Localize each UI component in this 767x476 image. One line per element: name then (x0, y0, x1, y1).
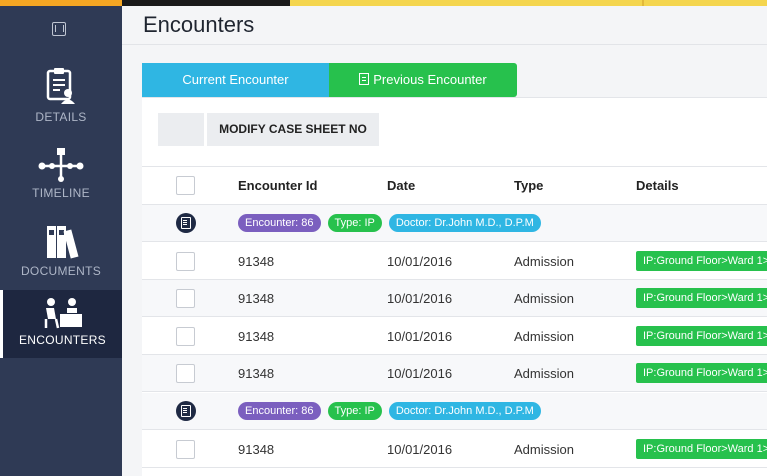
encounter-id-cell: 91348 (238, 328, 275, 344)
menu-toggle-icon[interactable] (52, 22, 66, 36)
sidebar-item-label: DETAILS (35, 110, 87, 124)
row-checkbox[interactable] (176, 363, 195, 383)
sidebar-item-encounters[interactable]: ENCOUNTERS (0, 290, 122, 358)
doctor-badge: Doctor: Dr.John M.D., D.P.M (388, 402, 541, 420)
top-accent-dark-segment (122, 0, 290, 6)
sidebar: DETAILS TIMELINE DOCUMENTS ENCOUNTERS (0, 0, 122, 476)
binders-icon (47, 226, 79, 259)
type-cell: Admission (514, 290, 574, 306)
type-cell: Admission (514, 328, 574, 344)
location-tag: IP:Ground Floor>Ward 1> (636, 363, 767, 383)
sidebar-item-timeline[interactable]: TIMELINE (0, 148, 122, 210)
column-header-details: Details (636, 178, 679, 193)
sidebar-item-documents[interactable]: DOCUMENTS (0, 224, 122, 286)
consultation-icon (44, 298, 82, 329)
type-badge: Type: IP (327, 402, 382, 420)
sidebar-item-label: TIMELINE (32, 186, 90, 200)
modify-case-sheet-button[interactable]: MODIFY CASE SHEET NO (207, 113, 379, 146)
sidebar-item-details[interactable]: DETAILS (0, 66, 122, 134)
document-icon (359, 73, 370, 85)
sidebar-item-label: ENCOUNTERS (18, 333, 106, 347)
top-accent-bar (122, 0, 767, 6)
column-header-date: Date (387, 178, 416, 193)
date-cell: 10/01/2016 (387, 290, 453, 306)
encounter-group-row[interactable]: Encounter: 86 Type: IP Doctor: Dr.John M… (142, 205, 767, 242)
sidebar-item-label: DOCUMENTS (20, 264, 102, 278)
table-row[interactable]: 91348 10/01/2016 Admission IP:Ground Flo… (142, 318, 767, 355)
page-title: Encounters (143, 12, 255, 37)
encounter-group-row[interactable]: Encounter: 86 Type: IP Doctor: Dr.John M… (142, 393, 767, 430)
type-cell: Admission (514, 365, 574, 381)
date-cell: 10/01/2016 (387, 441, 453, 457)
tab-label: Current Encounter (182, 72, 289, 87)
clipboard-user-icon (46, 68, 75, 104)
toolbar-blank-button[interactable] (158, 113, 204, 146)
encounter-record-icon[interactable] (176, 401, 196, 421)
location-tag: IP:Ground Floor>Ward 1> (636, 288, 767, 308)
encounter-id-cell: 91348 (238, 441, 275, 457)
row-checkbox[interactable] (176, 439, 195, 459)
tab-label: Previous Encounter (373, 72, 487, 87)
row-checkbox[interactable] (176, 288, 195, 308)
tab-current-encounter[interactable]: Current Encounter (142, 63, 329, 97)
encounter-id-cell: 91348 (238, 365, 275, 381)
sidebar-accent-strip (0, 0, 122, 6)
encounters-panel: MODIFY CASE SHEET NO Encounter Id Date T… (142, 97, 767, 476)
table-row[interactable]: 91348 10/01/2016 Admission IP:Ground Flo… (142, 280, 767, 317)
location-tag: IP:Ground Floor>Ward 1> (636, 326, 767, 346)
location-tag: IP:Ground Floor>Ward 1> (636, 251, 767, 271)
encounter-id-cell: 91348 (238, 253, 275, 269)
tab-previous-encounter[interactable]: Previous Encounter (329, 63, 517, 97)
row-checkbox[interactable] (176, 326, 195, 346)
table-row[interactable]: 91348 10/01/2016 Admission IP:Ground Flo… (142, 355, 767, 392)
table-row[interactable]: 91348 10/01/2016 Admission IP:Ground Flo… (142, 431, 767, 468)
select-all-checkbox[interactable] (176, 176, 195, 195)
date-cell: 10/01/2016 (387, 328, 453, 344)
date-cell: 10/01/2016 (387, 253, 453, 269)
top-accent-divider (642, 0, 644, 6)
column-header-type: Type (514, 178, 544, 193)
table-row[interactable]: 91348 10/01/2016 Admission IP:Ground Flo… (142, 243, 767, 280)
column-header-encounter-id: Encounter Id (238, 178, 318, 193)
row-checkbox[interactable] (176, 251, 195, 271)
encounter-record-icon[interactable] (176, 213, 196, 233)
divider (122, 44, 767, 45)
encounter-badge: Encounter: 86 (238, 214, 321, 232)
timeline-icon (38, 148, 84, 182)
type-badge: Type: IP (327, 214, 382, 232)
doctor-badge: Doctor: Dr.John M.D., D.P.M (388, 214, 541, 232)
table-header: Encounter Id Date Type Details (142, 167, 767, 205)
type-cell: Admission (514, 441, 574, 457)
date-cell: 10/01/2016 (387, 365, 453, 381)
location-tag: IP:Ground Floor>Ward 1> (636, 439, 767, 459)
encounter-id-cell: 91348 (238, 290, 275, 306)
type-cell: Admission (514, 253, 574, 269)
encounter-badge: Encounter: 86 (238, 402, 321, 420)
